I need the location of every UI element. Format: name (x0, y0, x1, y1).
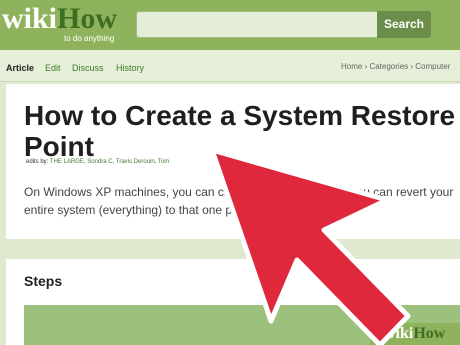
pointer-arrow-icon (209, 147, 411, 345)
arrow-shape (209, 147, 411, 345)
